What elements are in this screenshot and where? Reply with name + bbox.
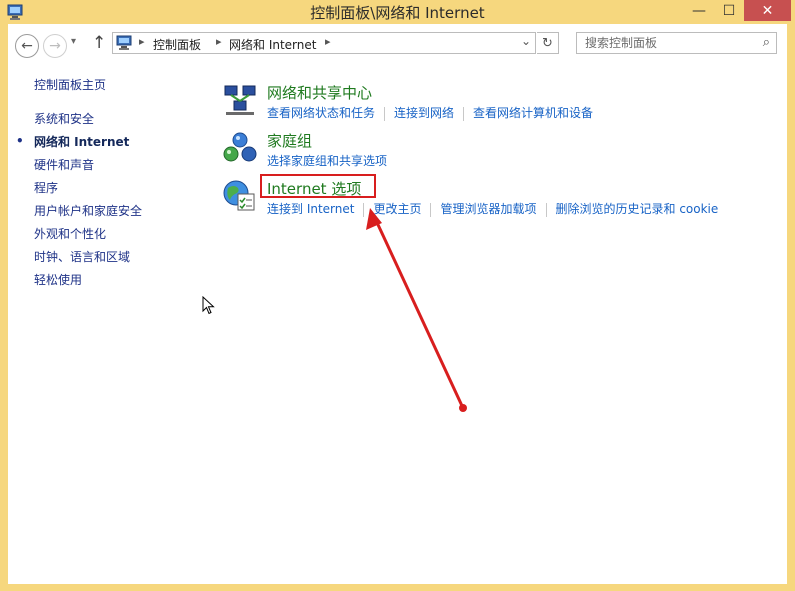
arrow-tail-dot xyxy=(459,404,467,412)
title-bar[interactable]: 控制面板\网络和 Internet — ☐ ✕ xyxy=(0,0,795,24)
mouse-cursor-icon xyxy=(202,296,215,315)
annotation-arrow xyxy=(366,208,467,412)
window-title: 控制面板\网络和 Internet xyxy=(310,4,485,22)
close-button[interactable]: ✕ xyxy=(744,0,791,21)
control-panel-window: 控制面板\网络和 Internet — ☐ ✕ ← → ▾ ↑ ▸ 控制面板 ▸… xyxy=(0,0,795,591)
arrow-shaft xyxy=(372,215,465,409)
minimize-button[interactable]: — xyxy=(684,0,714,21)
maximize-button[interactable]: ☐ xyxy=(714,0,744,21)
client-area: ← → ▾ ↑ ▸ 控制面板 ▸ 网络和 Internet ▸ ⌄ ↻ 搜索控制… xyxy=(8,24,787,584)
